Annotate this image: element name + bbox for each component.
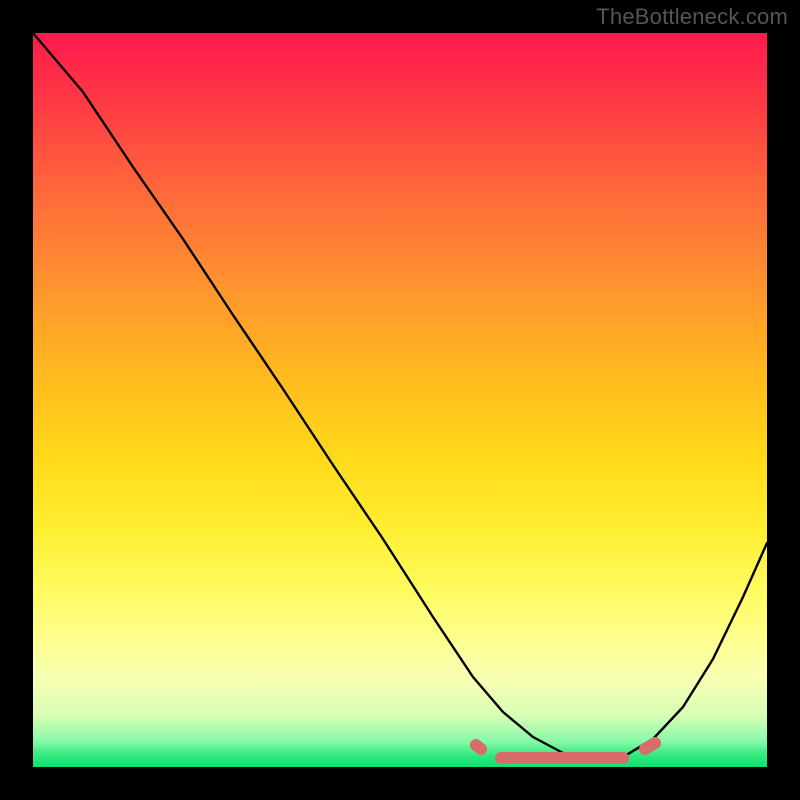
plot-area (33, 33, 767, 767)
marker-group (476, 743, 655, 758)
chart-container: TheBottleneck.com (0, 0, 800, 800)
curve-svg (33, 33, 767, 767)
watermark-text: TheBottleneck.com (596, 4, 788, 30)
marker-left-dot (476, 745, 481, 749)
bottleneck-curve (33, 33, 767, 762)
marker-right-dot (645, 743, 655, 749)
